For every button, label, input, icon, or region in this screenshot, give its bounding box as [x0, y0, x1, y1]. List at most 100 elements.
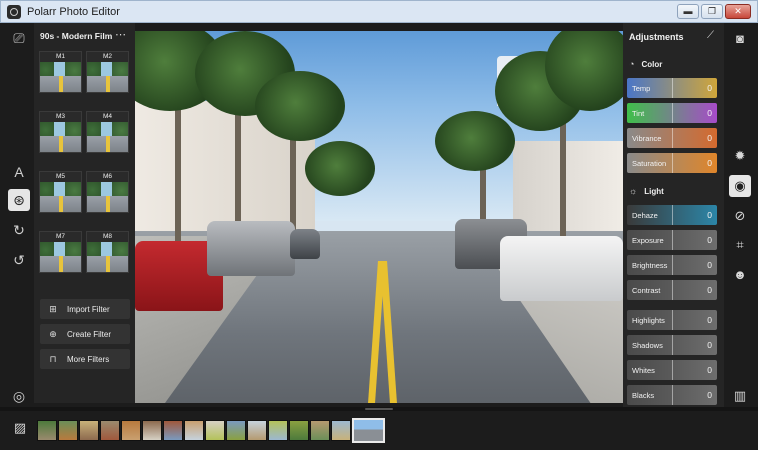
- undo-icon[interactable]: ↺: [8, 249, 30, 271]
- filter-label: M1: [40, 52, 81, 62]
- slider-value: 0: [707, 158, 712, 168]
- slider-value: 0: [707, 108, 712, 118]
- filmstrip-thumbnail-selected[interactable]: [352, 418, 385, 443]
- create-filter-icon: ⊕: [49, 328, 57, 339]
- filter-label: M3: [40, 112, 81, 122]
- filter-thumbnail[interactable]: M5: [39, 171, 82, 213]
- photo-car-silver: [207, 221, 295, 276]
- filmstrip-thumbnail[interactable]: [142, 420, 162, 441]
- crop-icon[interactable]: ⌗: [729, 234, 751, 256]
- filter-thumbnail[interactable]: M1: [39, 51, 82, 93]
- more-filters-button[interactable]: ⊓ More Filters: [40, 349, 130, 369]
- adjust-icon[interactable]: ◉: [729, 175, 751, 197]
- filter-thumbnail[interactable]: M6: [86, 171, 129, 213]
- exposure-slider[interactable]: Exposure 0: [627, 230, 717, 250]
- resize-handle[interactable]: [365, 408, 393, 410]
- close-button[interactable]: ✕: [725, 4, 751, 19]
- slider-label: Brightness: [632, 260, 668, 270]
- compare-icon[interactable]: ▥: [729, 385, 751, 407]
- more-filters-label: More Filters: [67, 354, 110, 364]
- filmstrip-thumbnail[interactable]: [121, 420, 141, 441]
- shadows-slider[interactable]: Shadows 0: [627, 335, 717, 355]
- filmstrip-thumbnail[interactable]: [268, 420, 288, 441]
- create-filter-label: Create Filter: [67, 329, 112, 339]
- window-title: Polarr Photo Editor: [27, 5, 120, 18]
- filmstrip-thumbnail[interactable]: [58, 420, 78, 441]
- slider-value: 0: [707, 285, 712, 295]
- create-filter-button[interactable]: ⊕ Create Filter: [40, 324, 130, 344]
- filmstrip-thumbnail[interactable]: [100, 420, 120, 441]
- feedback-icon[interactable]: ⎚: [8, 27, 30, 49]
- slider-label: Exposure: [632, 235, 664, 245]
- filmstrip-thumbnail[interactable]: [247, 420, 267, 441]
- adjustments-panel: Adjustments ⟋ ◔ Color Temp 0 Tint 0 Vibr…: [623, 23, 724, 413]
- slider-value: 0: [707, 365, 712, 375]
- slider-label: Temp: [632, 83, 651, 93]
- filmstrip: ▨: [0, 411, 758, 450]
- filter-thumbnail[interactable]: M4: [86, 111, 129, 153]
- dehaze-slider[interactable]: Dehaze 0: [627, 205, 717, 225]
- history-icon[interactable]: ↻: [8, 219, 30, 241]
- filter-thumbnail[interactable]: M7: [39, 231, 82, 273]
- photo-car-gray: [290, 229, 320, 259]
- temp-slider[interactable]: Temp 0: [627, 78, 717, 98]
- filter-label: M2: [87, 52, 128, 62]
- filmstrip-thumbnail[interactable]: [37, 420, 57, 441]
- saturation-slider[interactable]: Saturation 0: [627, 153, 717, 173]
- filmstrip-thumbnail[interactable]: [289, 420, 309, 441]
- highlights-slider[interactable]: Highlights 0: [627, 310, 717, 330]
- gear-icon[interactable]: ✹: [729, 145, 751, 167]
- sun-icon: ☼: [629, 186, 638, 196]
- import-filter-label: Import Filter: [67, 304, 110, 314]
- filter-thumbnail[interactable]: M3: [39, 111, 82, 153]
- slider-value: 0: [707, 260, 712, 270]
- photo-canvas[interactable]: [135, 31, 623, 403]
- filmstrip-thumbnail[interactable]: [163, 420, 183, 441]
- text-icon[interactable]: A: [8, 161, 30, 183]
- vibrance-slider[interactable]: Vibrance 0: [627, 128, 717, 148]
- slider-label: Saturation: [632, 158, 667, 168]
- filmstrip-thumbnail[interactable]: [226, 420, 246, 441]
- window-controls: ▬ ❐ ✕: [677, 4, 751, 19]
- app-logo-icon: [7, 4, 21, 19]
- filter-thumbnail[interactable]: M2: [86, 51, 129, 93]
- retouch-icon[interactable]: ⊘: [729, 205, 751, 227]
- right-toolbar: ◙ ✹ ◉ ⊘ ⌗ ☻ ▥: [724, 23, 758, 413]
- filters-panel: 90s - Modern Film ⋯ M1 M2 M3 M4 M5 M6 M7…: [34, 23, 135, 403]
- color-section-label: Color: [641, 59, 663, 69]
- face-icon[interactable]: ☻: [729, 263, 751, 285]
- photo-car-white: [500, 236, 623, 301]
- maximize-button[interactable]: ❐: [701, 4, 723, 19]
- photo-palm: [435, 111, 515, 171]
- filmstrip-thumbnail[interactable]: [310, 420, 330, 441]
- filter-collection-title[interactable]: 90s - Modern Film: [40, 31, 112, 41]
- filters-icon[interactable]: ⊛: [8, 189, 30, 211]
- slider-label: Dehaze: [632, 210, 658, 220]
- slider-value: 0: [707, 133, 712, 143]
- filmstrip-thumbnail[interactable]: [79, 420, 99, 441]
- whites-slider[interactable]: Whites 0: [627, 360, 717, 380]
- slider-label: Vibrance: [632, 133, 662, 143]
- filmstrip-thumbnail[interactable]: [331, 420, 351, 441]
- contrast-slider[interactable]: Contrast 0: [627, 280, 717, 300]
- slider-value: 0: [707, 210, 712, 220]
- photo-palm: [255, 71, 345, 141]
- filter-label: M7: [40, 232, 81, 242]
- brightness-slider[interactable]: Brightness 0: [627, 255, 717, 275]
- settings-icon[interactable]: ◎: [8, 385, 30, 407]
- filter-label: M8: [87, 232, 128, 242]
- gallery-icon[interactable]: ▨: [10, 418, 30, 438]
- filter-thumbnail[interactable]: M8: [86, 231, 129, 273]
- minimize-button[interactable]: ▬: [677, 4, 699, 19]
- slider-label: Tint: [632, 108, 645, 118]
- photo-palm: [305, 141, 375, 196]
- camera-icon[interactable]: ◙: [729, 27, 751, 49]
- import-filter-button[interactable]: ⊞ Import Filter: [40, 299, 130, 319]
- tint-slider[interactable]: Tint 0: [627, 103, 717, 123]
- more-options-icon[interactable]: ⋯: [115, 28, 127, 41]
- blacks-slider[interactable]: Blacks 0: [627, 385, 717, 405]
- filmstrip-thumbnail[interactable]: [184, 420, 204, 441]
- filmstrip-thumbnail[interactable]: [205, 420, 225, 441]
- auto-enhance-icon[interactable]: ⟋: [707, 30, 714, 41]
- slider-label: Shadows: [632, 340, 663, 350]
